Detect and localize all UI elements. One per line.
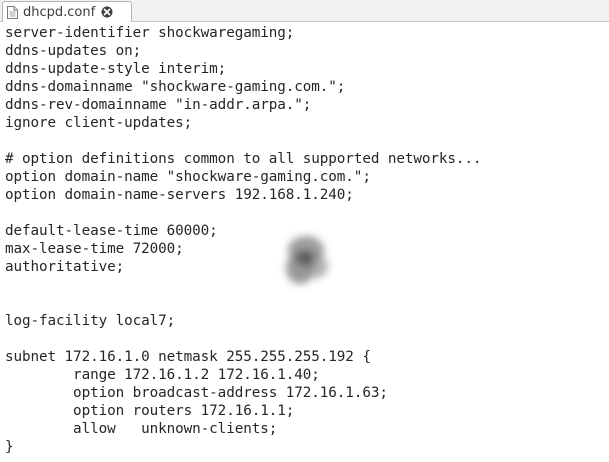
code-line-10: option domain-name-servers 192.168.1.240… (5, 187, 354, 203)
code-line-5: ddns-rev-domainname "in-addr.arpa."; (5, 97, 312, 113)
code-line-4: ddns-domainname "shockware-gaming.com."; (5, 79, 346, 95)
tab-label: dhcpd.conf (23, 4, 96, 20)
code-line-20: range 172.16.1.2 172.16.1.40; (5, 367, 320, 383)
code-line-19: subnet 172.16.1.0 netmask 255.255.255.19… (5, 349, 371, 365)
tab-dhcpd-conf[interactable]: dhcpd.conf (2, 1, 132, 22)
close-icon[interactable] (100, 5, 114, 19)
code-line-13: max-lease-time 72000; (5, 241, 184, 257)
code-line-21: option broadcast-address 172.16.1.63; (5, 385, 388, 401)
code-line-1: server-identifier shockwaregaming; (5, 25, 295, 41)
document-icon (7, 5, 18, 19)
tab-bar: dhcpd.conf (0, 0, 609, 22)
code-line-24: } (5, 439, 14, 455)
code-line-3: ddns-update-style interim; (5, 61, 227, 77)
code-line-22: option routers 172.16.1.1; (5, 403, 295, 419)
text-editor[interactable]: server-identifier shockwaregaming; ddns-… (0, 22, 609, 462)
code-line-2: ddns-updates on; (5, 43, 142, 59)
code-line-6: ignore client-updates; (5, 115, 193, 131)
code-line-12: default-lease-time 60000; (5, 223, 218, 239)
code-line-23: allow unknown-clients; (5, 421, 278, 437)
code-line-9: option domain-name "shockware-gaming.com… (5, 169, 371, 185)
code-line-14: authoritative; (5, 259, 125, 275)
code-line-8: # option definitions common to all suppo… (5, 151, 482, 167)
code-line-17: log-facility local7; (5, 313, 176, 329)
